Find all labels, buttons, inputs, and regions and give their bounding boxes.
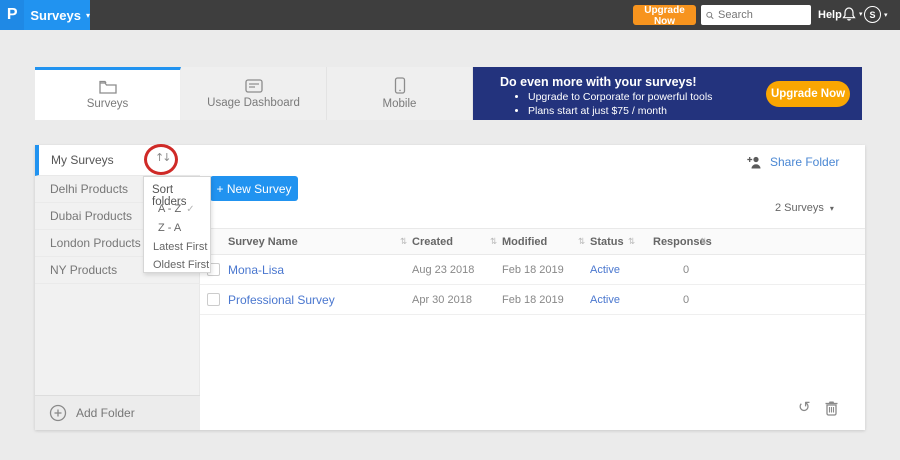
tab-usage-dashboard[interactable]: Usage Dashboard <box>181 67 327 120</box>
survey-table-header: Survey Name ⇅ Created ⇅ Modified ⇅ Statu… <box>200 228 865 255</box>
sort-column-icon[interactable]: ⇅ <box>490 237 497 247</box>
sort-column-icon[interactable]: ⇅ <box>700 237 707 247</box>
section-tabs: Surveys Usage Dashboard Mobile <box>35 67 473 120</box>
topbar: P Surveys ▾ Upgrade Now Help ▾ S ▾ <box>0 0 900 30</box>
column-header-survey-name: Survey Name <box>228 236 298 248</box>
created-cell: Aug 23 2018 <box>412 264 475 276</box>
product-switcher[interactable]: P Surveys ▾ <box>0 0 90 30</box>
modified-cell: Feb 18 2019 <box>502 294 564 306</box>
sort-option-latest-first[interactable]: Latest First <box>153 241 207 253</box>
check-icon: ✓ <box>186 204 195 215</box>
row-checkbox[interactable] <box>207 293 220 306</box>
proprofs-logo: P <box>0 0 25 30</box>
banner-bullet-list: Upgrade to Corporate for powerful tools … <box>528 91 712 119</box>
product-menu-label: Surveys <box>30 7 81 23</box>
avatar: S <box>864 6 881 23</box>
table-row: Mona-Lisa Aug 23 2018 Feb 18 2019 Active… <box>200 255 865 285</box>
sort-column-icon[interactable]: ⇅ <box>400 237 407 247</box>
responses-cell[interactable]: 0 <box>683 294 689 306</box>
banner-bullet: Upgrade to Corporate for powerful tools <box>528 91 712 103</box>
search-box <box>701 5 811 25</box>
sort-option-label: Latest First <box>153 241 208 253</box>
chevron-down-icon: ▾ <box>829 204 834 213</box>
chevron-down-icon: ▾ <box>884 11 888 19</box>
column-header-created: Created <box>412 236 453 248</box>
created-cell: Apr 30 2018 <box>412 294 472 306</box>
folder-label: Dubai Products <box>50 209 133 223</box>
upgrade-now-button[interactable]: Upgrade Now <box>633 5 696 27</box>
sort-option-oldest-first[interactable]: Oldest First <box>153 259 209 271</box>
help-link[interactable]: Help <box>818 9 842 21</box>
chevron-down-icon: ▾ <box>859 11 863 18</box>
folder-label: Delhi Products <box>50 182 129 196</box>
tab-mobile[interactable]: Mobile <box>327 67 473 120</box>
sort-column-icon[interactable]: ⇅ <box>628 237 635 247</box>
folder-label: London Products <box>50 236 141 250</box>
restore-icon[interactable]: ↺ <box>798 398 811 416</box>
sort-option-label: Oldest First <box>153 259 210 271</box>
column-header-modified: Modified <box>502 236 548 248</box>
survey-count-dropdown[interactable]: 2 Surveys ▾ <box>775 202 834 214</box>
sidebar-item-my-surveys[interactable]: My Surveys ↑↓ <box>35 144 200 176</box>
share-folder-label: Share Folder <box>770 155 840 169</box>
survey-name-link[interactable]: Professional Survey <box>228 293 335 307</box>
table-row: Professional Survey Apr 30 2018 Feb 18 2… <box>200 285 865 315</box>
surveys-panel: My Surveys ↑↓ Delhi Products Dubai Produ… <box>35 144 865 430</box>
column-header-status: Status <box>590 236 624 248</box>
sort-option-z-a[interactable]: Z - A <box>158 222 181 234</box>
survey-name-link[interactable]: Mona-Lisa <box>228 263 284 277</box>
search-input[interactable] <box>718 9 806 21</box>
plus-circle-icon <box>49 404 67 422</box>
folder-label: NY Products <box>50 263 118 277</box>
new-survey-button[interactable]: + New Survey <box>210 176 298 201</box>
status-badge[interactable]: Active <box>590 294 620 306</box>
chevron-down-icon: ▾ <box>85 10 90 20</box>
tab-surveys[interactable]: Surveys <box>35 67 181 120</box>
folder-icon <box>98 80 117 94</box>
bell-icon <box>842 7 856 21</box>
person-add-icon <box>747 156 761 168</box>
sort-option-label: A - Z <box>158 203 182 215</box>
search-icon <box>706 11 714 19</box>
responses-cell[interactable]: 0 <box>683 264 689 276</box>
sort-folders-icon[interactable]: ↑↓ <box>155 151 172 164</box>
banner-title: Do even more with your surveys! <box>500 75 697 89</box>
mobile-icon <box>394 77 405 94</box>
banner-upgrade-button[interactable]: Upgrade Now <box>766 81 850 107</box>
folder-label: My Surveys <box>51 153 114 167</box>
table-footer-actions: ↺ <box>798 398 839 416</box>
add-folder-button[interactable]: Add Folder <box>35 395 200 430</box>
sort-option-label: Z - A <box>158 222 182 234</box>
tab-label: Usage Dashboard <box>207 96 300 109</box>
account-menu[interactable]: S ▾ <box>864 6 888 23</box>
add-folder-label: Add Folder <box>76 406 135 420</box>
tab-label: Surveys <box>86 98 129 110</box>
status-badge[interactable]: Active <box>590 264 620 276</box>
survey-count-label: 2 Surveys <box>775 202 824 214</box>
modified-cell: Feb 18 2019 <box>502 264 564 276</box>
trash-icon[interactable] <box>824 399 839 416</box>
tab-label: Mobile <box>382 98 417 110</box>
dashboard-icon <box>244 78 263 93</box>
sort-column-icon[interactable]: ⇅ <box>578 237 585 247</box>
promo-banner: Do even more with your surveys! Upgrade … <box>473 67 862 120</box>
banner-bullet: Plans start at just $75 / month <box>528 105 712 117</box>
share-folder-link[interactable]: Share Folder <box>747 155 839 169</box>
sort-folders-menu: Sort folders A - Z ✓ Z - A Latest First O… <box>143 176 211 273</box>
sort-option-a-z[interactable]: A - Z ✓ <box>158 203 195 215</box>
notifications-menu[interactable]: ▾ <box>842 6 863 22</box>
